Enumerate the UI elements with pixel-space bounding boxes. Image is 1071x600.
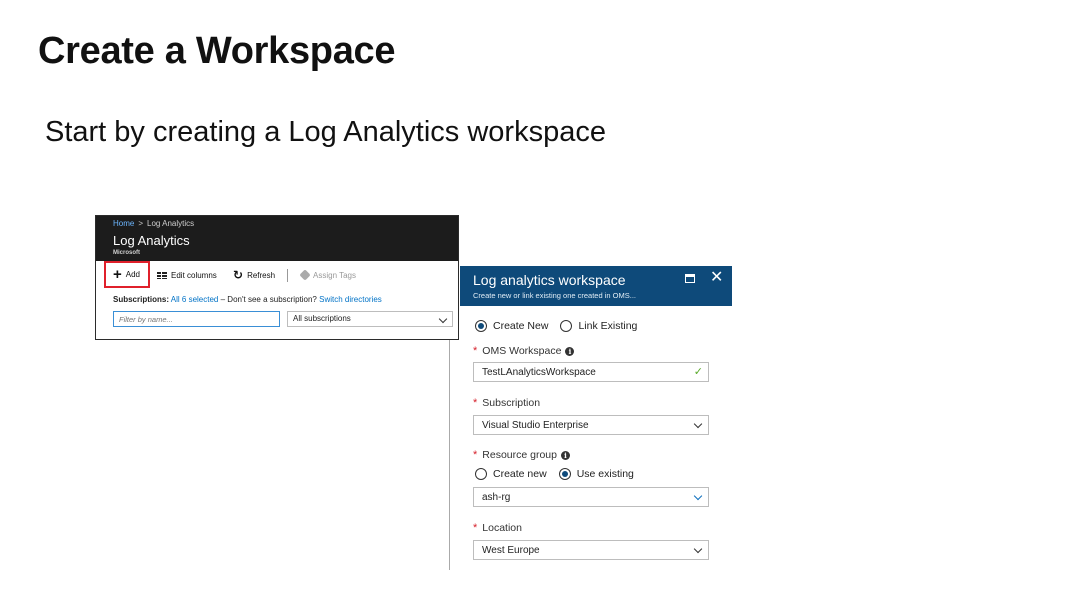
blade-toolbar: + Add Edit columns ↻ Refresh Assign Tags [96,261,458,289]
info-icon[interactable]: i [561,450,570,460]
resource-group-mode-group: Create new Use existing [475,468,634,480]
breadcrumb: Home > Log Analytics [113,219,194,228]
subscription-filter-value: All subscriptions [293,314,351,323]
log-analytics-blade: Home > Log Analytics Log Analytics Microso… [95,215,459,340]
grid-icon [157,271,167,279]
oms-workspace-label: * OMS Workspace i [473,345,575,357]
subscriptions-prompt: – Don't see a subscription? [220,295,317,304]
maximize-icon[interactable] [685,274,695,283]
oms-workspace-input[interactable]: TestLAnalyticsWorkspace ✓ [473,362,709,382]
create-new-radio-label[interactable]: Create New [493,320,548,332]
subscriptions-selected-link[interactable]: All 6 selected [171,295,219,304]
assign-tags-label: Assign Tags [313,270,356,280]
slide-subtitle: Start by creating a Log Analytics worksp… [45,116,606,148]
resource-group-label: * Resource group i [473,449,570,461]
close-icon[interactable]: ✕ [710,269,723,287]
filter-by-name-input[interactable] [113,311,280,327]
info-icon[interactable]: i [565,346,575,356]
subscription-filter-select[interactable]: All subscriptions [287,311,453,327]
breadcrumb-current: Log Analytics [147,219,195,228]
use-existing-rg-label[interactable]: Use existing [577,468,634,480]
resource-group-select[interactable]: ash-rg [473,487,709,507]
add-button[interactable]: + Add [104,261,150,288]
required-marker: * [473,522,478,534]
edit-columns-label: Edit columns [171,270,217,280]
blade-header: Home > Log Analytics Log Analytics Microso… [96,216,458,261]
location-select[interactable]: West Europe [473,540,709,560]
location-value: West Europe [482,545,540,556]
refresh-label: Refresh [247,270,276,280]
workspace-mode-group: Create New Link Existing [475,320,637,332]
chevron-down-icon [693,419,703,429]
location-label-text: Location [482,522,522,534]
location-label: * Location [473,522,522,534]
workspace-blade-header: Log analytics workspace Create new or li… [460,266,732,306]
subscriptions-line: Subscriptions: All 6 selected – Don't se… [113,295,382,304]
breadcrumb-separator: > [138,219,144,228]
required-marker: * [473,449,478,461]
resource-group-value: ash-rg [482,492,511,503]
blade-title: Log Analytics [113,233,190,248]
chevron-down-icon [438,314,448,324]
create-new-rg-label[interactable]: Create new [493,468,547,480]
chevron-down-icon [693,491,703,501]
subscription-label: * Subscription [473,397,540,409]
assign-tags-button[interactable]: Assign Tags [299,267,356,283]
refresh-button[interactable]: ↻ Refresh [233,267,275,283]
plus-icon: + [113,265,122,283]
panel-divider [449,340,450,570]
toolbar-divider [287,269,288,282]
slide-title: Create a Workspace [38,30,396,72]
check-icon: ✓ [693,366,703,378]
add-button-label: Add [125,270,140,279]
create-new-radio[interactable] [475,320,487,332]
subscription-label-text: Subscription [482,397,541,409]
use-existing-rg-radio[interactable] [558,468,571,480]
subscriptions-label: Subscriptions: [113,295,170,304]
workspace-blade-title: Log analytics workspace [473,272,626,288]
subscription-select[interactable]: Visual Studio Enterprise [473,415,709,435]
oms-workspace-value: TestLAnalyticsWorkspace [482,367,596,378]
resource-group-label-text: Resource group [482,449,557,461]
edit-columns-button[interactable]: Edit columns [157,267,217,283]
tag-icon [299,269,311,281]
chevron-down-icon [693,544,703,554]
oms-workspace-label-text: OMS Workspace [482,345,562,357]
required-marker: * [473,345,478,357]
create-new-rg-radio[interactable] [475,468,487,480]
link-existing-radio-label[interactable]: Link Existing [578,320,637,332]
link-existing-radio[interactable] [560,320,573,332]
workspace-blade-subtitle: Create new or link existing one created … [473,291,636,300]
required-marker: * [473,397,478,409]
blade-publisher: Microsoft [113,250,140,256]
breadcrumb-home[interactable]: Home [113,219,134,228]
subscription-value: Visual Studio Enterprise [482,420,589,431]
switch-directories-link[interactable]: Switch directories [319,295,382,304]
refresh-icon: ↻ [233,268,244,282]
